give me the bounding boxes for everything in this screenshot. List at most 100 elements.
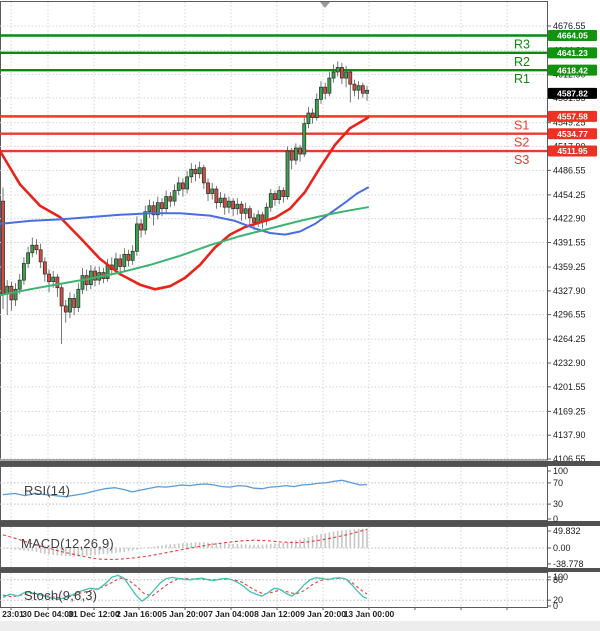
candle-up [303, 124, 306, 154]
candle-up [365, 90, 368, 93]
candle-down [223, 198, 226, 207]
time-axis-label: 30 Dec 04:00 [22, 609, 74, 619]
badge-s1-text: 4557.58 [557, 112, 588, 122]
candle-up [278, 191, 281, 200]
panel-separator[interactable] [0, 521, 600, 526]
candle-down [282, 191, 285, 197]
time-axis-label: 23:01 [2, 609, 24, 619]
candle-down [73, 298, 76, 307]
badge-s3-text: 4511.95 [557, 146, 588, 156]
candle-up [269, 194, 272, 208]
candle-down [202, 168, 205, 183]
candle-up [328, 78, 331, 93]
candle-down [35, 245, 38, 250]
candle-up [173, 191, 176, 202]
price-axis-label: 4201.55 [553, 382, 586, 392]
bottom-strip [0, 621, 600, 631]
time-axis-label: 8 Jan 12:00 [254, 609, 300, 619]
rsi-panel: 10070300 [0, 466, 568, 524]
time-axis-label: 9 Jan 20:00 [300, 609, 346, 619]
candle-down [299, 148, 302, 154]
candle-down [194, 169, 197, 174]
price-axis-label: 4169.25 [553, 406, 586, 416]
candle-down [140, 224, 143, 230]
candle-up [177, 183, 180, 191]
candle-down [1, 201, 4, 294]
candle-down [353, 84, 356, 90]
candle-down [206, 183, 209, 194]
candle-down [240, 204, 243, 213]
indicator-scale-label: 30 [553, 499, 563, 509]
indicator-scale-label: 0 [553, 514, 558, 524]
price-axis-label: 4137.90 [553, 430, 586, 440]
candle-up [135, 224, 138, 251]
candle-up [27, 253, 30, 264]
candle-down [290, 151, 293, 160]
level-label-r2: R2 [514, 55, 530, 69]
candle-up [190, 169, 193, 177]
candle-down [47, 274, 50, 282]
panel-separator[interactable] [0, 461, 600, 466]
level-label-s2: S2 [514, 136, 529, 150]
candle-down [60, 288, 63, 306]
time-axis-label: 2 Jan 16:00 [116, 609, 162, 619]
time-axis-label: 7 Jan 04:00 [208, 609, 254, 619]
badge-current-price-text: 4587.82 [557, 89, 588, 99]
candle-down [215, 189, 218, 203]
level-label-r1: R1 [514, 72, 530, 86]
panel-separator[interactable] [0, 568, 600, 572]
candle-down [349, 72, 352, 84]
candle-up [198, 168, 201, 174]
candle-down [160, 203, 163, 209]
candle-down [311, 113, 314, 118]
indicator-scale-label: -38.778 [553, 559, 584, 569]
candle-up [77, 289, 80, 307]
candle-down [361, 86, 364, 94]
candle-down [248, 209, 251, 218]
candle-up [165, 197, 168, 209]
candle-up [236, 204, 239, 209]
stoch-indicator-label: Stoch(9,6,3) [24, 588, 97, 603]
candle-up [332, 72, 335, 78]
badge-s2-text: 4534.77 [557, 129, 588, 139]
price-axis-label: 4264.25 [553, 334, 586, 344]
candle-up [307, 113, 310, 124]
candle-up [211, 189, 214, 194]
indicator-scale-label: 0.00 [553, 543, 571, 553]
candle-up [131, 251, 134, 260]
price-axis-label: 4422.90 [553, 214, 586, 224]
price-axis-label: 4676.55 [553, 21, 586, 31]
indicator-scale-label: 80 [553, 575, 563, 585]
price-axis-label: 4327.90 [553, 286, 586, 296]
candle-up [357, 86, 360, 91]
candle-up [336, 67, 339, 72]
candle-up [186, 177, 189, 189]
candle-down [169, 197, 172, 202]
candle-up [345, 72, 348, 78]
candle-up [319, 87, 322, 99]
candle-up [148, 206, 151, 212]
price-axis-label: 4296.55 [553, 310, 586, 320]
candle-down [43, 262, 46, 274]
candle-down [56, 277, 59, 288]
price-axis-label: 4486.55 [553, 165, 586, 175]
rsi-indicator-label: RSI(14) [24, 483, 70, 498]
candle-up [286, 151, 289, 197]
level-label-s1: S1 [514, 118, 529, 132]
candle-down [324, 87, 327, 93]
candle-up [22, 263, 25, 280]
candle-up [18, 280, 21, 289]
candle-up [294, 148, 297, 160]
indicator-scale-label: 70 [553, 478, 563, 488]
trading-chart-window: 4676.554644.204612.904581.554549.254517.… [0, 0, 600, 631]
badge-r1-text: 4618.42 [557, 65, 588, 75]
level-label-s3: S3 [514, 153, 529, 167]
candle-up [219, 198, 222, 203]
price-axis-label: 4391.55 [553, 238, 586, 248]
candle-up [315, 99, 318, 117]
candle-up [123, 254, 126, 266]
candle-up [114, 259, 117, 270]
candle-up [52, 277, 55, 282]
time-axis-label: 31 Dec 12:00 [68, 609, 120, 619]
candle-down [252, 218, 255, 223]
